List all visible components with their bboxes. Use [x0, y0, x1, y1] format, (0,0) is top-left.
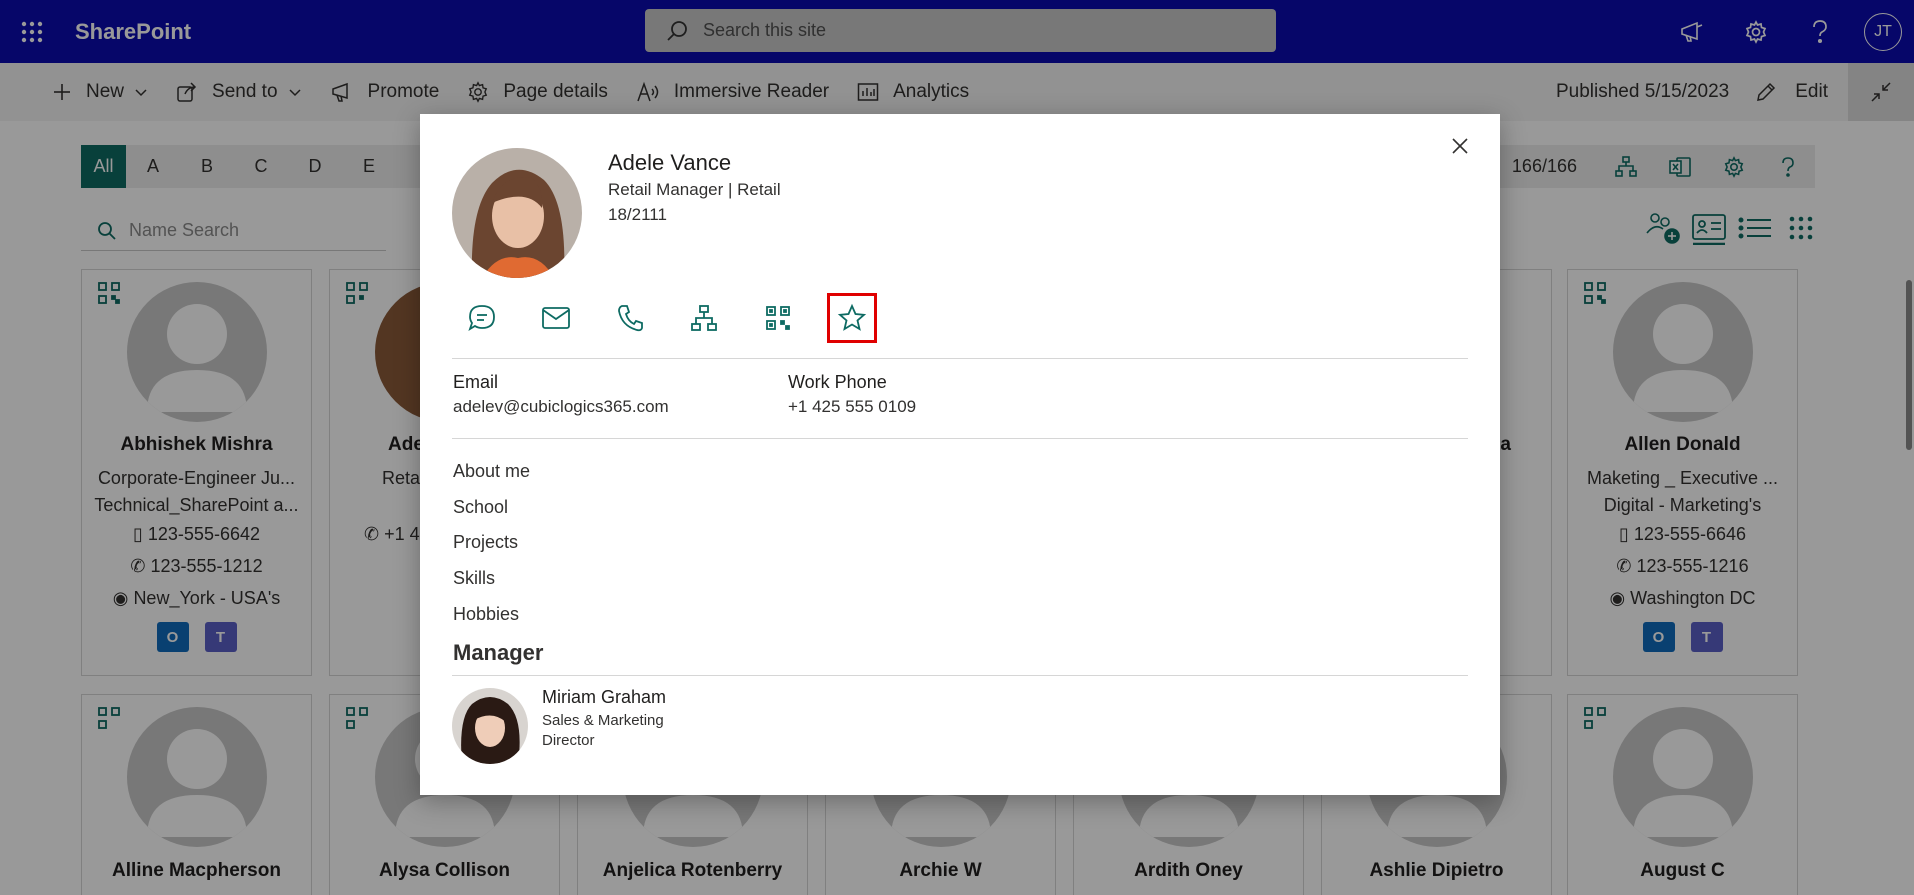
email-button[interactable] [534, 296, 578, 340]
email-label: Email [453, 372, 499, 392]
divider [452, 675, 1468, 676]
section-hobbies[interactable]: Hobbies [453, 604, 519, 625]
profile-photo [452, 148, 582, 278]
email-value[interactable]: adelev@cubiclogics365.com [453, 397, 669, 417]
qr-code-icon [766, 306, 790, 330]
manager-photo[interactable] [452, 688, 528, 764]
section-about-me[interactable]: About me [453, 461, 530, 482]
section-school[interactable]: School [453, 497, 508, 518]
manager-department: Sales & Marketing [542, 712, 664, 729]
section-projects[interactable]: Projects [453, 532, 518, 553]
section-skills[interactable]: Skills [453, 568, 495, 589]
divider [452, 358, 1468, 359]
org-chart-icon [691, 305, 717, 331]
phone-icon [618, 305, 643, 332]
manager-title: Director [542, 732, 595, 749]
profile-name: Adele Vance [608, 150, 732, 175]
close-icon [1452, 138, 1468, 154]
manager-name[interactable]: Miriam Graham [542, 687, 666, 708]
profile-actions [460, 293, 904, 343]
call-button[interactable] [608, 296, 652, 340]
manager-heading: Manager [453, 640, 544, 665]
chat-button[interactable] [460, 296, 504, 340]
favorite-button[interactable] [827, 293, 877, 343]
profile-dialog: Adele Vance Retail Manager | Retail 18/2… [420, 114, 1500, 795]
profile-office: 18/2111 [608, 205, 667, 224]
chat-icon [468, 305, 495, 332]
close-button[interactable] [1444, 130, 1476, 162]
work-phone-label: Work Phone [788, 372, 887, 392]
org-chart-button[interactable] [682, 296, 726, 340]
profile-title: Retail Manager | Retail [608, 180, 781, 199]
qr-code-button[interactable] [756, 296, 800, 340]
divider [452, 438, 1468, 439]
work-phone-value[interactable]: +1 425 555 0109 [788, 397, 916, 417]
star-icon [837, 303, 867, 331]
mail-icon [542, 307, 570, 329]
